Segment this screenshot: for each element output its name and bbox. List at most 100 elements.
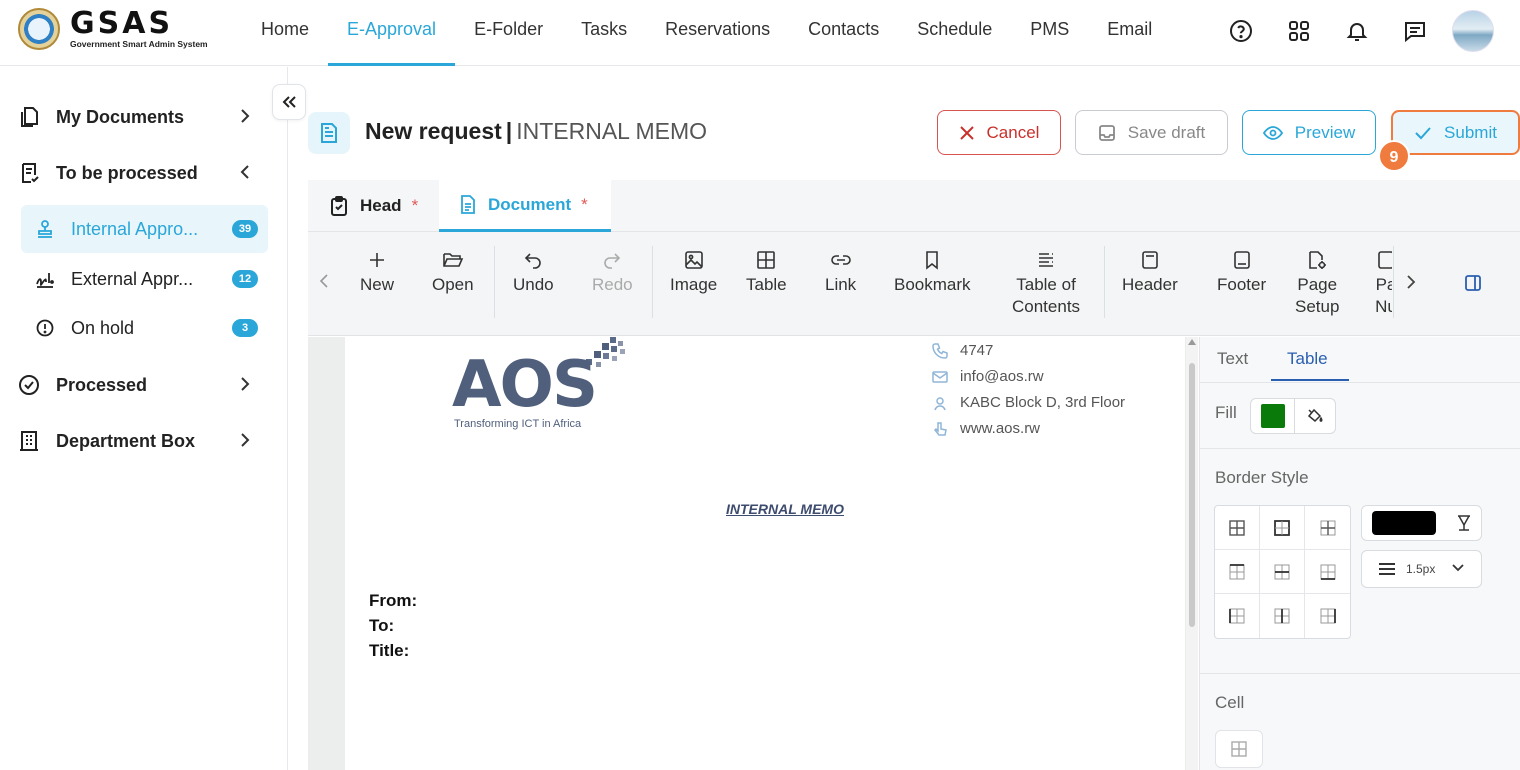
sidebar-item-to-be-processed[interactable]: To be processed bbox=[18, 151, 270, 195]
document-scrollbar[interactable] bbox=[1186, 337, 1198, 770]
nav-e-approval[interactable]: E-Approval bbox=[328, 0, 456, 66]
submit-button[interactable]: Submit bbox=[1391, 110, 1520, 155]
scroll-up-icon[interactable] bbox=[1188, 339, 1196, 345]
fill-bucket-button[interactable] bbox=[1295, 399, 1335, 433]
border-left-button[interactable] bbox=[1215, 594, 1260, 638]
toolbar-link-button[interactable]: Link bbox=[825, 250, 856, 296]
sidebar-item-internal-approval[interactable]: Internal Appro... 39 bbox=[21, 205, 268, 253]
tab-document[interactable]: Document * bbox=[439, 180, 611, 232]
nav-pms[interactable]: PMS bbox=[1011, 0, 1088, 66]
border-horizontal-button[interactable] bbox=[1260, 550, 1305, 594]
mail-icon bbox=[932, 370, 948, 383]
sidebar-item-external-approval[interactable]: External Appr... 12 bbox=[21, 255, 268, 303]
sidebar-item-label: Department Box bbox=[56, 430, 196, 451]
sidebar-item-on-hold[interactable]: On hold 3 bbox=[21, 304, 268, 352]
toolbar-new-button[interactable]: New bbox=[360, 250, 394, 296]
border-color-swatch[interactable] bbox=[1372, 511, 1436, 535]
cancel-button[interactable]: Cancel bbox=[937, 110, 1061, 155]
paint-bucket-icon bbox=[1307, 408, 1323, 423]
nav-tasks[interactable]: Tasks bbox=[562, 0, 646, 66]
border-inner-button[interactable] bbox=[1305, 506, 1350, 550]
preview-button[interactable]: Preview bbox=[1242, 110, 1376, 155]
panel-tab-text[interactable]: Text bbox=[1217, 349, 1248, 369]
border-color-control[interactable] bbox=[1361, 505, 1482, 541]
check-icon bbox=[1415, 126, 1431, 139]
check-circle-icon bbox=[19, 375, 39, 395]
border-top-button[interactable] bbox=[1215, 550, 1260, 594]
memo-from-label: From: bbox=[369, 591, 418, 610]
double-chevron-left-icon bbox=[282, 96, 296, 108]
fill-color-swatch[interactable] bbox=[1251, 399, 1295, 433]
apps-grid-icon[interactable] bbox=[1280, 12, 1318, 50]
toolbar-footer-button[interactable]: Footer bbox=[1217, 250, 1266, 296]
toolbar-scroll-right-icon[interactable] bbox=[1403, 273, 1417, 291]
table-icon bbox=[757, 251, 776, 269]
border-vertical-button[interactable] bbox=[1260, 594, 1305, 638]
border-width-select[interactable]: 1.5px bbox=[1361, 550, 1482, 588]
toc-list-icon bbox=[1039, 253, 1054, 267]
chevron-right-icon bbox=[241, 109, 250, 123]
scrollbar-thumb[interactable] bbox=[1189, 363, 1195, 627]
nav-home[interactable]: Home bbox=[242, 0, 328, 66]
toolbar-page-setup-button[interactable]: Page Setup bbox=[1295, 250, 1339, 318]
toolbar-undo-button[interactable]: Undo bbox=[513, 250, 554, 296]
alert-circle-icon bbox=[36, 319, 54, 337]
border-right-button[interactable] bbox=[1305, 594, 1350, 638]
sidebar-item-processed[interactable]: Processed bbox=[18, 363, 270, 407]
toolbar-scroll-left-icon[interactable] bbox=[318, 272, 332, 290]
nav-contacts[interactable]: Contacts bbox=[789, 0, 898, 66]
border-right-icon bbox=[1320, 608, 1336, 624]
toolbar-open-button[interactable]: Open bbox=[432, 250, 474, 296]
collapse-sidebar-button[interactable] bbox=[272, 84, 306, 120]
sidebar-item-label: My Documents bbox=[56, 106, 185, 127]
count-badge: 3 bbox=[232, 319, 258, 337]
toggle-side-panel-icon[interactable] bbox=[1464, 274, 1482, 292]
tab-head[interactable]: Head * bbox=[330, 180, 418, 232]
stamp-icon bbox=[38, 220, 52, 238]
page-header-icon bbox=[1142, 251, 1158, 269]
save-draft-button[interactable]: Save draft bbox=[1075, 110, 1228, 155]
toolbar-bookmark-button[interactable]: Bookmark bbox=[894, 250, 971, 296]
app-logo[interactable]: GSAS Government Smart Admin System bbox=[18, 8, 208, 50]
help-icon[interactable] bbox=[1222, 12, 1260, 50]
memo-to-label: To: bbox=[369, 616, 395, 635]
cell-merge-button[interactable] bbox=[1215, 730, 1263, 768]
bell-icon[interactable] bbox=[1338, 12, 1376, 50]
sidebar-item-department-box[interactable]: Department Box bbox=[18, 419, 270, 463]
phone-icon bbox=[932, 342, 948, 359]
chevron-left-icon bbox=[240, 165, 249, 179]
toolbar-table-of-contents-button[interactable]: Table of Contents bbox=[1012, 250, 1080, 318]
logo-subtitle: Government Smart Admin System bbox=[70, 38, 208, 49]
toolbar-header-button[interactable]: Header bbox=[1122, 250, 1178, 296]
toolbar-redo-button[interactable]: Redo bbox=[592, 250, 633, 296]
chat-icon[interactable] bbox=[1396, 12, 1434, 50]
nav-reservations[interactable]: Reservations bbox=[646, 0, 789, 66]
sidebar-item-my-documents[interactable]: My Documents bbox=[18, 95, 270, 139]
border-outer-icon bbox=[1274, 519, 1290, 536]
border-all-button[interactable] bbox=[1215, 506, 1260, 550]
panel-tab-table[interactable]: Table bbox=[1287, 349, 1328, 369]
checklist-icon bbox=[22, 163, 39, 183]
toolbar-image-button[interactable]: Image bbox=[670, 250, 717, 296]
border-bottom-button[interactable] bbox=[1305, 550, 1350, 594]
border-color-picker-icon[interactable] bbox=[1453, 512, 1475, 534]
signature-icon bbox=[36, 273, 54, 288]
nav-email[interactable]: Email bbox=[1088, 0, 1171, 66]
nav-e-folder[interactable]: E-Folder bbox=[455, 0, 562, 66]
contact-email: info@aos.rw bbox=[932, 368, 1044, 385]
fill-label: Fill bbox=[1215, 403, 1237, 422]
sidebar-item-label: On hold bbox=[71, 317, 135, 338]
nav-schedule[interactable]: Schedule bbox=[898, 0, 1011, 66]
border-top-icon bbox=[1229, 563, 1245, 579]
line-weight-icon bbox=[1379, 563, 1395, 575]
cursor-pointer-icon bbox=[933, 421, 947, 436]
user-avatar[interactable] bbox=[1452, 10, 1494, 52]
border-outer-button[interactable] bbox=[1260, 506, 1305, 550]
page-number-icon bbox=[1378, 251, 1392, 269]
toolbar-page-numbers-button[interactable]: Pa Nu bbox=[1366, 250, 1392, 318]
plus-icon bbox=[370, 253, 384, 267]
government-seal-icon bbox=[18, 8, 60, 50]
toolbar-table-button[interactable]: Table bbox=[746, 250, 787, 296]
location-icon bbox=[934, 396, 946, 410]
sidebar-item-label: Internal Appro... bbox=[71, 218, 199, 239]
